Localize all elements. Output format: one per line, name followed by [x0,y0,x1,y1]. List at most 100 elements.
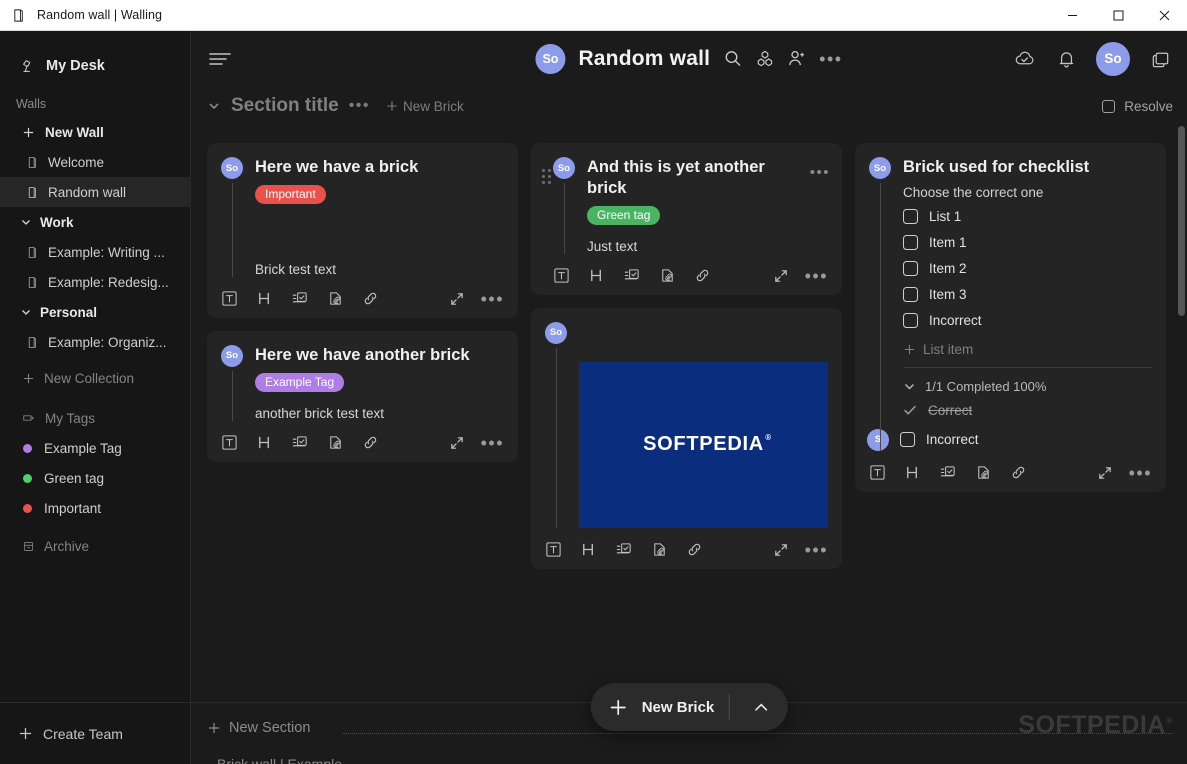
attachment-icon[interactable] [975,464,992,481]
card-tag-pill[interactable]: Important [255,184,326,204]
attachment-icon[interactable] [327,290,344,307]
vertical-scrollbar-thumb[interactable] [1178,126,1185,316]
sidebar-item-new-wall[interactable]: New Wall [0,117,190,147]
checklist-checkbox[interactable] [903,312,918,328]
wall-more-icon[interactable]: ••• [819,50,842,68]
new-brick-fab[interactable]: New Brick [590,683,788,731]
attachment-icon[interactable] [651,541,668,558]
sidebar-item-welcome[interactable]: Welcome [0,147,190,177]
hamburger-icon[interactable] [205,44,235,74]
checklist-completed-item[interactable]: Correct [903,403,1152,418]
sidebar-item-random-wall[interactable]: Random wall [0,177,190,207]
text-box-icon[interactable] [221,290,238,307]
link-icon[interactable] [686,541,703,558]
attachment-icon[interactable] [327,434,344,451]
sidebar-item-archive[interactable]: Archive [0,531,190,561]
copy-layers-icon[interactable] [1150,49,1171,69]
section-new-brick-link[interactable]: New Brick [386,99,464,114]
checklist-icon[interactable] [291,290,309,307]
add-person-icon[interactable] [787,49,806,68]
sidebar-group-personal[interactable]: Personal [0,297,190,327]
sidebar-tag-example-tag[interactable]: Example Tag [0,433,190,463]
chevron-up-icon[interactable] [743,699,779,716]
heading-icon[interactable] [256,434,273,451]
card-avatar[interactable]: So [869,157,891,179]
checklist-item[interactable]: Item 2 [903,260,1152,276]
user-avatar[interactable]: So [1096,41,1130,76]
brick-card-checklist[interactable]: So Brick used for checklist Choose the c… [855,143,1166,492]
card-more-icon[interactable]: ••• [810,165,830,180]
drag-handle[interactable] [542,169,551,184]
card-more-icon[interactable]: ••• [1129,464,1152,482]
checklist-item[interactable]: Item 3 [903,286,1152,302]
brick-image[interactable]: SOFTPEDIA ® [579,361,828,528]
checklist-item[interactable]: List 1 [903,208,1152,224]
sidebar-item-new-collection[interactable]: New Collection [0,363,190,393]
card-more-icon[interactable]: ••• [805,267,828,285]
wall-title[interactable]: Random wall [578,47,710,71]
minimize-button[interactable] [1049,0,1095,31]
expand-icon[interactable] [773,542,789,558]
sidebar-item-example-writing[interactable]: Example: Writing ... [0,237,190,267]
text-box-icon[interactable] [545,541,562,558]
link-icon[interactable] [362,290,379,307]
brick-card-here-we-have-another-brick[interactable]: So Here we have another brick Example Ta… [207,330,518,462]
search-icon[interactable] [723,49,742,68]
checklist-icon[interactable] [939,464,957,481]
resolve-checkbox[interactable] [1102,99,1116,113]
heading-icon[interactable] [256,290,273,307]
section-more-icon[interactable]: ••• [349,98,370,114]
card-avatar[interactable]: So [221,157,243,179]
checklist-completed-summary[interactable]: 1/1 Completed 100% [903,379,1152,394]
expand-icon[interactable] [1097,465,1113,481]
checklist-checkbox[interactable] [903,260,918,276]
sidebar-item-example-redesign[interactable]: Example: Redesig... [0,267,190,297]
checklist-last-item[interactable]: S Incorrect [867,428,1152,451]
new-section-button[interactable]: New Section [207,720,310,736]
resolve-toggle[interactable]: Resolve [1102,99,1173,114]
text-box-icon[interactable] [869,464,886,481]
checklist-checkbox[interactable] [900,432,915,448]
expand-icon[interactable] [773,268,789,284]
wall-avatar[interactable]: So [535,43,566,74]
sidebar-item-my-tags[interactable]: My Tags [0,403,190,433]
card-avatar[interactable]: So [553,157,575,179]
card-more-icon[interactable]: ••• [481,434,504,452]
maximize-button[interactable] [1095,0,1141,31]
link-icon[interactable] [362,434,379,451]
heading-icon[interactable] [580,541,597,558]
expand-icon[interactable] [449,435,465,451]
card-more-icon[interactable]: ••• [481,290,504,308]
checklist-add-item[interactable]: List item [903,342,1152,357]
heading-icon[interactable] [904,464,921,481]
checklist-item[interactable]: Item 1 [903,234,1152,250]
checklist-item[interactable]: Incorrect [903,312,1152,328]
brick-card-image[interactable]: So SOFTPEDIA ® ••• [531,307,842,569]
link-icon[interactable] [694,267,711,284]
checklist-icon[interactable] [623,267,641,284]
brick-card-here-we-have-a-brick[interactable]: So Here we have a brick Important Brick … [207,143,518,318]
close-button[interactable] [1141,0,1187,31]
checklist-icon[interactable] [615,541,633,558]
bell-icon[interactable] [1057,49,1076,69]
checklist-icon[interactable] [291,434,309,451]
section-title[interactable]: Section title [231,95,339,117]
sidebar-item-example-organize[interactable]: Example: Organiz... [0,327,190,357]
checklist-checkbox[interactable] [903,286,918,302]
sidebar-item-my-desk[interactable]: My Desk [6,49,184,83]
card-more-icon[interactable]: ••• [805,541,828,559]
blocks-icon[interactable] [755,49,774,68]
sidebar-tag-green-tag[interactable]: Green tag [0,463,190,493]
heading-icon[interactable] [588,267,605,284]
link-icon[interactable] [1010,464,1027,481]
checklist-checkbox[interactable] [903,208,918,224]
card-tag-pill[interactable]: Green tag [587,205,661,225]
section-collapse-icon[interactable] [207,99,221,113]
attachment-icon[interactable] [659,267,676,284]
cloud-check-icon[interactable] [1014,49,1037,68]
card-avatar[interactable]: So [221,344,243,367]
sidebar-item-create-team[interactable]: Create Team [0,702,190,764]
card-tag-pill[interactable]: Example Tag [255,372,345,392]
expand-icon[interactable] [449,291,465,307]
sidebar-tag-important[interactable]: Important [0,493,190,523]
